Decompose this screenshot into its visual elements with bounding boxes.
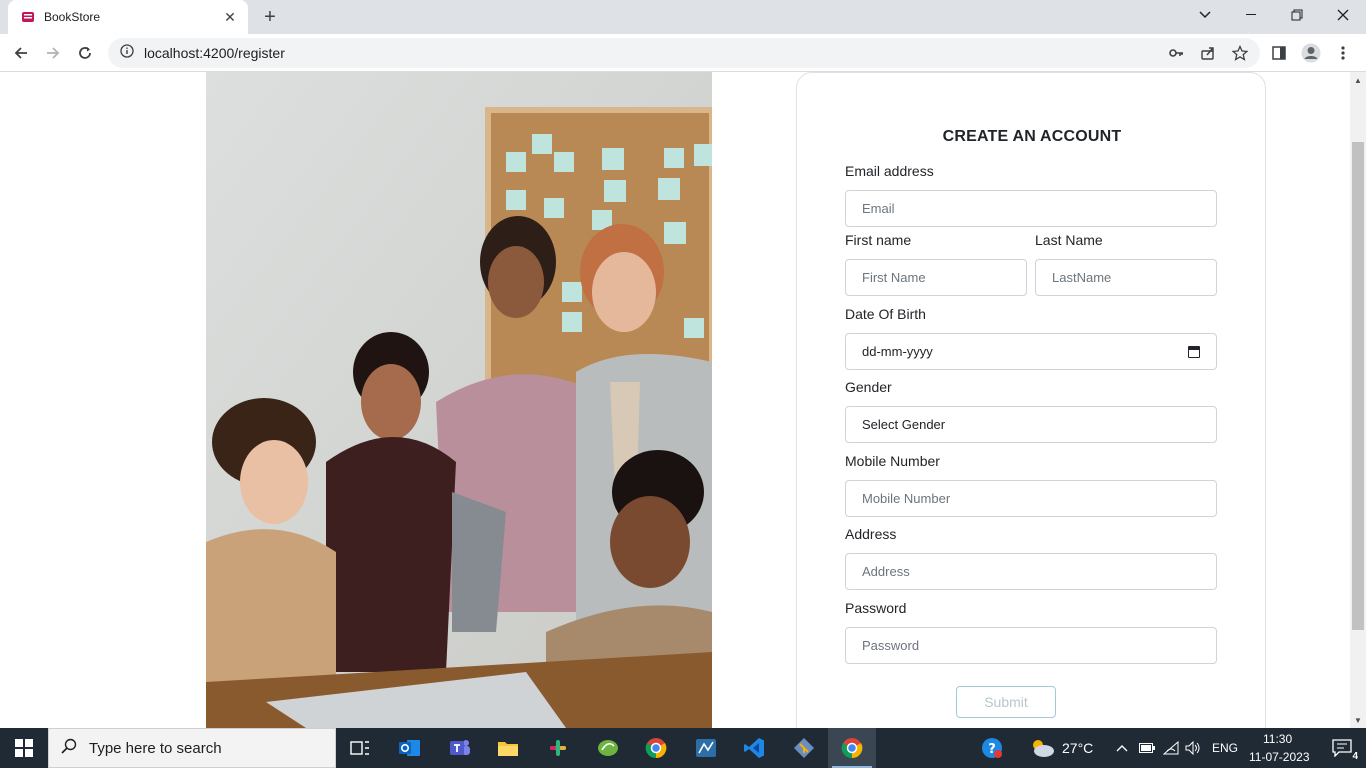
browser-tab-strip: BookStore ✕ +: [0, 0, 1366, 34]
register-form-card: CREATE AN ACCOUNT Email address Email Fi…: [796, 72, 1266, 728]
address-label: Address: [845, 526, 897, 542]
email-input[interactable]: Email: [845, 190, 1217, 227]
weather-temp: 27°C: [1062, 740, 1094, 756]
windows-taskbar: Type here to search ? 27°C ENG 11:30 11-…: [0, 728, 1366, 768]
search-icon: [61, 738, 77, 759]
last-name-input[interactable]: LastName: [1035, 259, 1217, 296]
address-bar[interactable]: localhost:4200/register: [108, 38, 1260, 68]
new-tab-icon[interactable]: +: [258, 5, 282, 29]
first-name-input[interactable]: First Name: [845, 259, 1027, 296]
taskbar-search-box[interactable]: Type here to search: [48, 728, 336, 768]
spring-tool-icon[interactable]: [584, 728, 632, 768]
taskbar-search-placeholder: Type here to search: [89, 739, 222, 757]
password-key-icon[interactable]: [1161, 38, 1191, 68]
chrome-profile-icon[interactable]: [632, 728, 680, 768]
back-arrow-icon[interactable]: [6, 38, 36, 68]
chrome-menu-icon[interactable]: [1328, 38, 1358, 68]
dob-input[interactable]: dd-mm-yyyy: [845, 333, 1217, 370]
slack-icon[interactable]: [534, 728, 582, 768]
gender-label: Gender: [845, 379, 892, 395]
close-window-icon[interactable]: [1320, 0, 1366, 30]
dob-value: dd-mm-yyyy: [862, 344, 933, 359]
address-input[interactable]: Address: [845, 553, 1217, 590]
reload-icon[interactable]: [70, 38, 100, 68]
chrome-taskbar-icon[interactable]: [828, 728, 876, 768]
scroll-up-icon[interactable]: ▲: [1350, 72, 1366, 88]
last-name-label: Last Name: [1035, 232, 1103, 248]
outlook-icon[interactable]: [386, 728, 434, 768]
submit-button[interactable]: Submit: [956, 686, 1056, 718]
gender-select[interactable]: Select Gender: [845, 406, 1217, 443]
side-panel-icon[interactable]: [1264, 38, 1294, 68]
mysql-workbench-icon[interactable]: [682, 728, 730, 768]
address-placeholder: Address: [862, 564, 910, 579]
tab-search-icon[interactable]: [1182, 0, 1228, 30]
mobile-input[interactable]: Mobile Number: [845, 480, 1217, 517]
tab-close-icon[interactable]: ✕: [222, 9, 238, 25]
profile-avatar-icon[interactable]: [1296, 38, 1326, 68]
help-icon[interactable]: ?: [968, 728, 1016, 768]
password-label: Password: [845, 600, 907, 616]
clock-date[interactable]: 11-07-2023: [1249, 750, 1310, 764]
file-explorer-icon[interactable]: [484, 728, 532, 768]
calendar-icon[interactable]: [1188, 345, 1200, 358]
first-name-label: First name: [845, 232, 912, 248]
vscode-icon[interactable]: [730, 728, 778, 768]
volume-icon[interactable]: [1182, 728, 1204, 768]
battery-icon[interactable]: [1136, 728, 1158, 768]
tab-title: BookStore: [44, 10, 101, 24]
bookstore-favicon-icon: [20, 9, 36, 25]
restore-icon[interactable]: [1274, 0, 1320, 30]
share-icon[interactable]: [1193, 38, 1223, 68]
page-scrollbar[interactable]: ▲ ▼: [1350, 72, 1366, 728]
mobile-label: Mobile Number: [845, 453, 940, 469]
scrollbar-thumb[interactable]: [1352, 142, 1364, 630]
password-placeholder: Password: [862, 638, 920, 653]
email-placeholder: Email: [862, 201, 895, 216]
weather-cloud-icon[interactable]: [1018, 728, 1066, 768]
team-photo: [206, 72, 712, 728]
last-name-placeholder: LastName: [1052, 270, 1112, 285]
page-viewport: CREATE AN ACCOUNT Email address Email Fi…: [0, 72, 1350, 728]
notifications-icon[interactable]: 4: [1318, 728, 1366, 768]
clock-time[interactable]: 11:30: [1263, 732, 1292, 746]
password-input[interactable]: Password: [845, 627, 1217, 664]
forward-arrow-icon[interactable]: [38, 38, 68, 68]
show-hidden-icons-icon[interactable]: [1110, 728, 1134, 768]
form-title: CREATE AN ACCOUNT: [942, 128, 1122, 145]
teams-icon[interactable]: [436, 728, 484, 768]
language-indicator[interactable]: ENG: [1212, 741, 1238, 755]
dob-label: Date Of Birth: [845, 306, 926, 322]
gender-selected-value: Select Gender: [862, 417, 946, 432]
first-name-placeholder: First Name: [862, 270, 926, 285]
network-icon[interactable]: [1160, 728, 1182, 768]
minimize-icon[interactable]: [1228, 0, 1274, 30]
bookmark-star-icon[interactable]: [1225, 38, 1255, 68]
browser-tab[interactable]: BookStore ✕: [8, 0, 248, 34]
scroll-down-icon[interactable]: ▼: [1350, 712, 1366, 728]
email-label: Email address: [845, 163, 934, 179]
task-view-icon[interactable]: [336, 728, 384, 768]
mobile-placeholder: Mobile Number: [862, 491, 951, 506]
url-text: localhost:4200/register: [144, 45, 285, 61]
windows-start-icon[interactable]: [0, 728, 48, 768]
site-info-icon[interactable]: [120, 43, 134, 63]
browser-toolbar: localhost:4200/register: [0, 34, 1366, 72]
git-tool-icon[interactable]: [780, 728, 828, 768]
notification-count: 4: [1352, 751, 1358, 762]
